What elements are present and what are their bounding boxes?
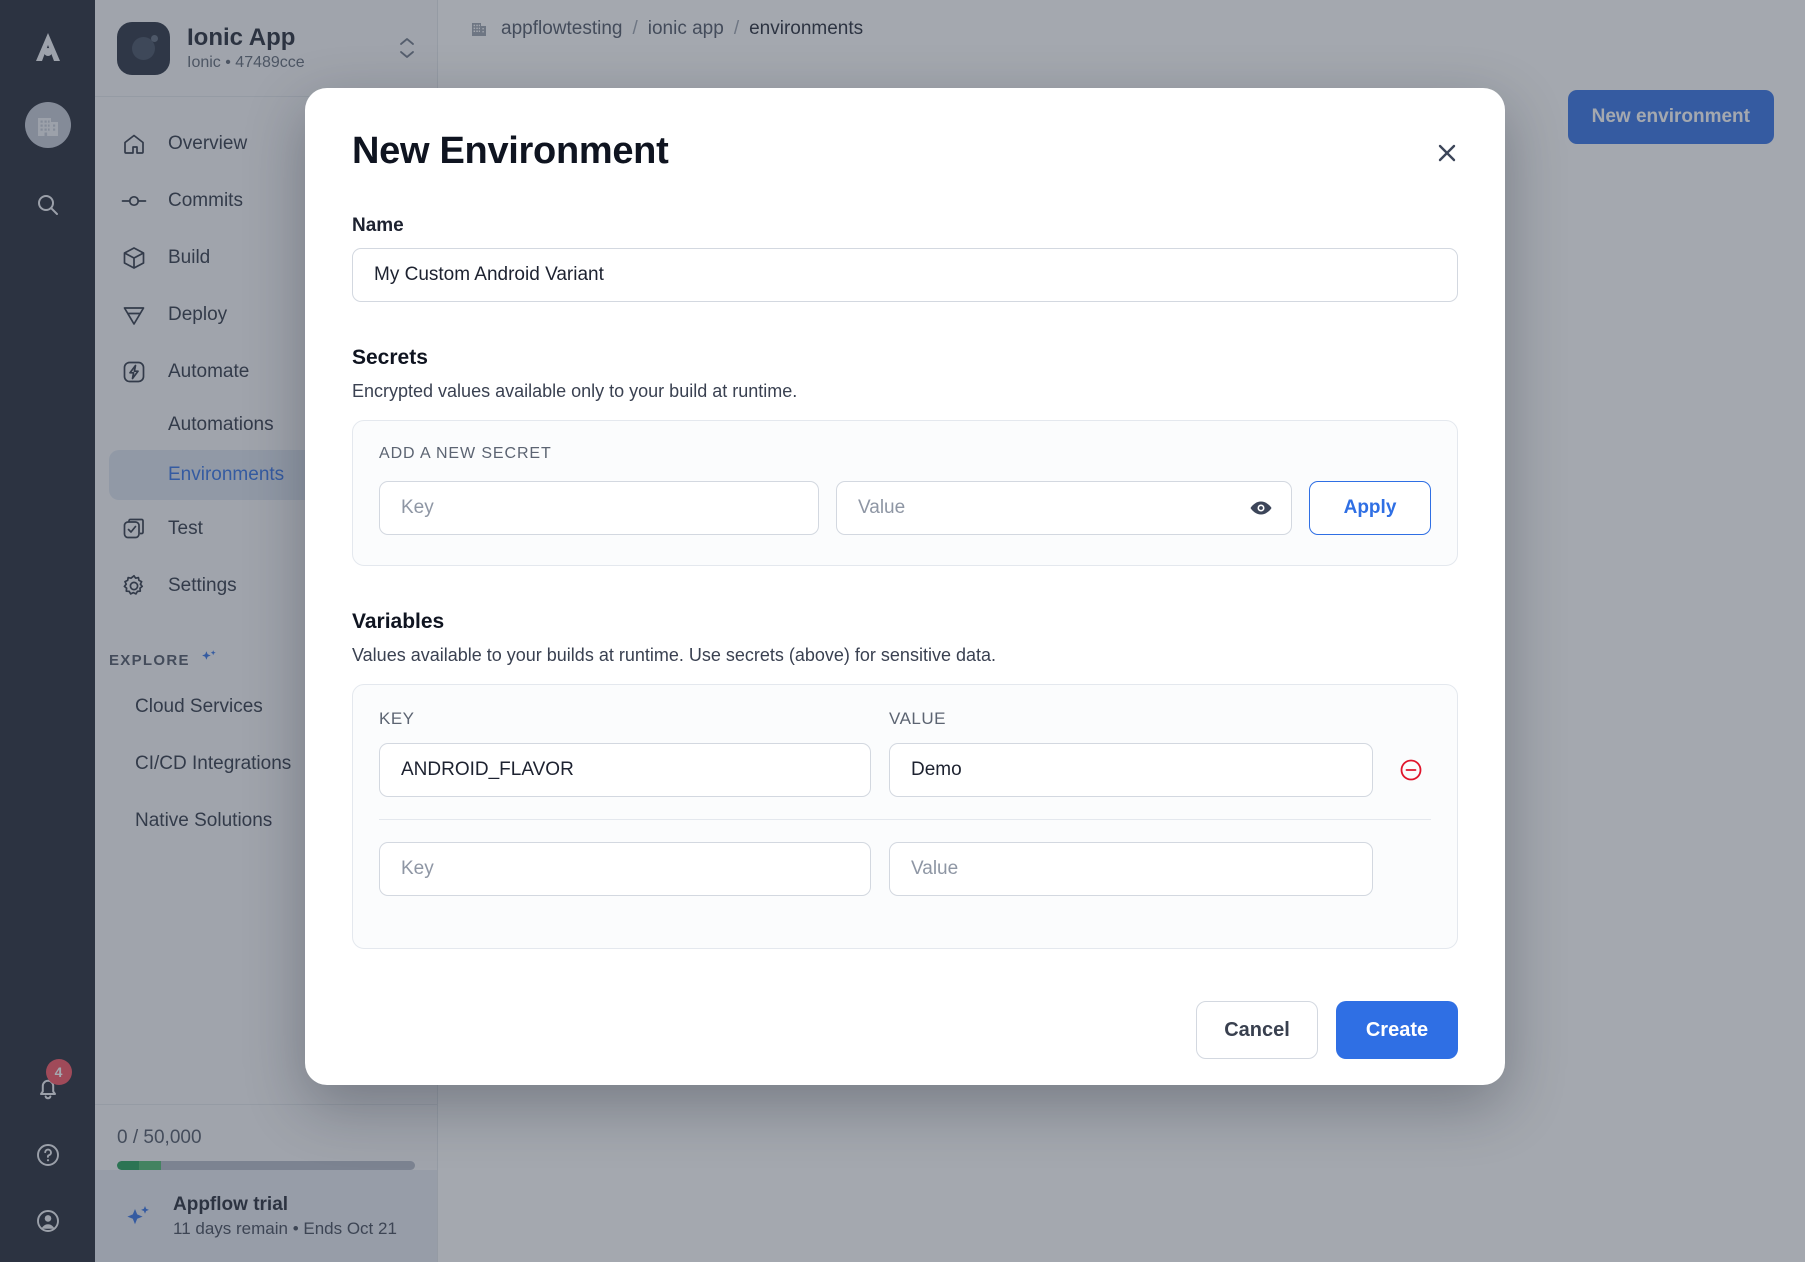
dialog-header: New Environment — [352, 88, 1458, 173]
secrets-section-description: Encrypted values available only to your … — [352, 381, 1458, 402]
new-environment-dialog: New Environment Name Secrets Encrypted v… — [305, 88, 1505, 1085]
close-x-icon[interactable] — [1430, 136, 1464, 170]
add-secret-caption: ADD A NEW SECRET — [379, 445, 1431, 463]
variable-row-actions — [1391, 854, 1431, 884]
remove-placeholder — [1396, 854, 1426, 884]
variables-section-title: Variables — [352, 610, 1458, 634]
eye-visibility-icon[interactable] — [1246, 493, 1276, 523]
variable-key-input[interactable] — [379, 842, 871, 896]
variables-key-column-header: KEY — [379, 709, 889, 729]
dialog-title: New Environment — [352, 130, 668, 173]
variable-key-input[interactable] — [379, 743, 871, 797]
secret-key-wrapper — [379, 481, 819, 535]
add-secret-row: Apply — [379, 481, 1431, 535]
secret-key-input[interactable] — [379, 481, 819, 535]
variable-key-wrapper — [379, 842, 871, 896]
variables-column-headers: KEY VALUE — [379, 709, 1431, 729]
app-root: 4 Io — [0, 0, 1805, 1262]
variables-section-description: Values available to your builds at runti… — [352, 645, 1458, 666]
variables-panel: KEY VALUE — [352, 684, 1458, 949]
environment-name-input[interactable] — [352, 248, 1458, 302]
variables-value-column-header: VALUE — [889, 709, 1431, 729]
variable-row — [379, 743, 1431, 820]
variable-value-wrapper — [889, 842, 1373, 896]
cancel-button[interactable]: Cancel — [1196, 1001, 1318, 1059]
secrets-section-title: Secrets — [352, 346, 1458, 370]
create-button[interactable]: Create — [1336, 1001, 1458, 1059]
secrets-panel: ADD A NEW SECRET Apply — [352, 420, 1458, 566]
minus-circle-remove-icon[interactable] — [1396, 755, 1426, 785]
apply-secret-button[interactable]: Apply — [1309, 481, 1431, 535]
variable-value-input[interactable] — [889, 842, 1373, 896]
secret-value-wrapper — [836, 481, 1292, 535]
variable-value-wrapper — [889, 743, 1373, 797]
secret-value-input[interactable] — [836, 481, 1292, 535]
name-field-label: Name — [352, 215, 1458, 237]
variable-row — [379, 842, 1431, 918]
variable-value-input[interactable] — [889, 743, 1373, 797]
dialog-footer: Cancel Create — [352, 1001, 1458, 1059]
variable-row-actions — [1391, 755, 1431, 785]
variable-key-wrapper — [379, 743, 871, 797]
